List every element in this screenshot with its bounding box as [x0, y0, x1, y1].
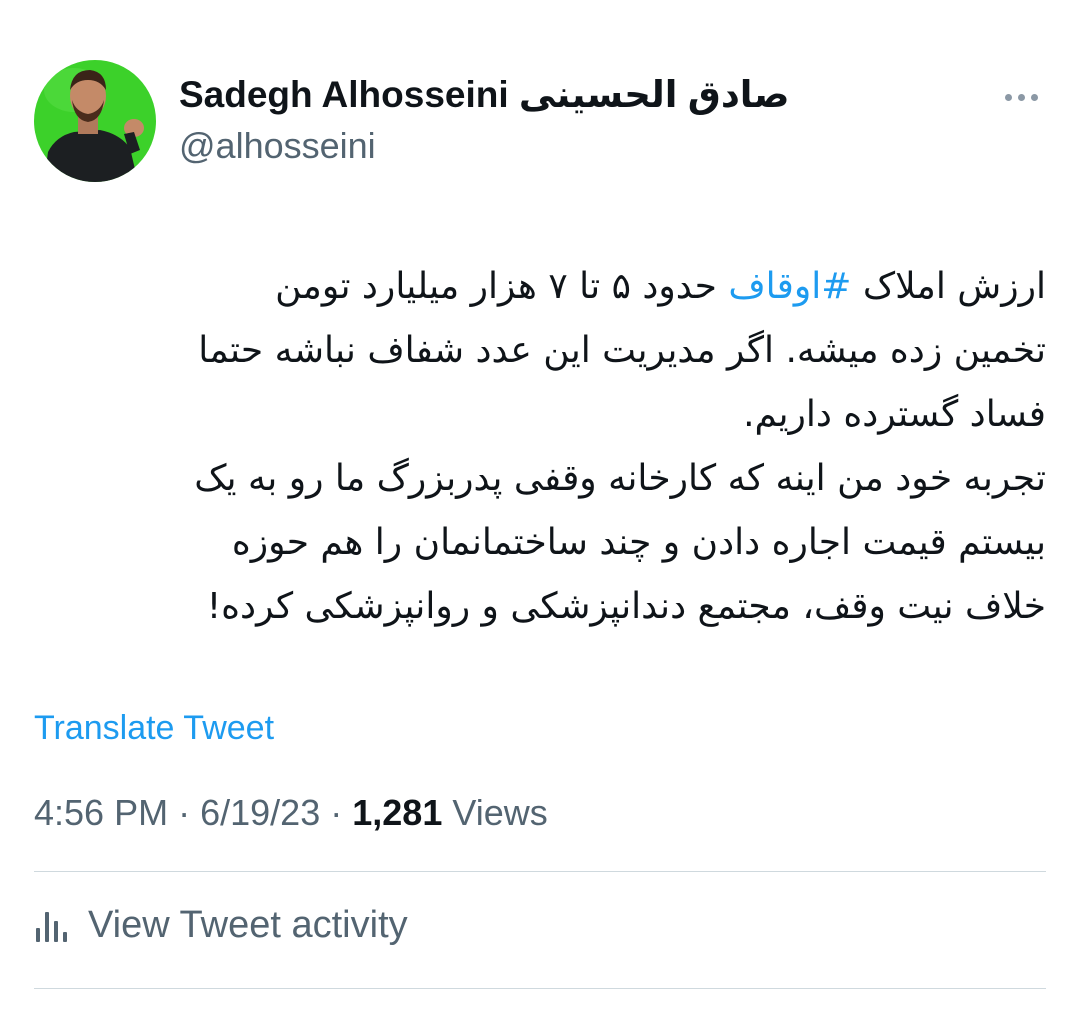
more-dot: [1017, 93, 1025, 101]
meta-separator: ·: [178, 792, 191, 833]
author-handle[interactable]: @alhosseini: [179, 124, 376, 168]
tweet-date[interactable]: 6/19/23: [200, 792, 320, 833]
tweet-text-line-3: فساد گسترده داریم.: [743, 394, 1046, 435]
tweet-text-line-2: تخمین زده میشه. اگر مدیریت این عدد شفاف …: [198, 330, 1046, 371]
more-icon[interactable]: [996, 80, 1046, 114]
view-tweet-activity-button[interactable]: View Tweet activity: [34, 900, 408, 950]
meta-separator: ·: [330, 792, 343, 833]
tweet-metadata: 4:56 PM · 6/19/23 · 1,281 Views: [34, 790, 548, 836]
tweet-text-line-1: ارزش املاک #اوقاف حدود ۵ تا ۷ هزار میلیا…: [34, 255, 1046, 319]
tweet-detail: Sadegh Alhosseini صادق الحسینی @alhossei…: [0, 0, 1080, 1012]
more-dot: [1004, 93, 1012, 101]
tweet-text-line-5: بیستم قیمت اجاره دادن و چند ساختمانمان ر…: [231, 522, 1046, 563]
tweet-text-segment: حدود ۵ تا ۷ هزار میلیارد تومن: [275, 266, 729, 307]
divider: [34, 988, 1046, 989]
profile-photo: [34, 60, 156, 182]
analytics-icon: [34, 908, 74, 942]
more-dot: [1030, 93, 1038, 101]
hashtag-link[interactable]: #اوقاف: [728, 266, 851, 307]
tweet-time[interactable]: 4:56 PM: [34, 792, 168, 833]
tweet-text-line-6: خلاف نیت وقف، مجتمع دندانپزشکی و روانپزش…: [206, 586, 1046, 627]
view-tweet-activity-label: View Tweet activity: [88, 904, 408, 946]
author-avatar[interactable]: [34, 60, 156, 182]
tweet-text-segment: ارزش املاک: [851, 266, 1046, 307]
tweet-text-line-4: تجربه خود من اینه که کارخانه وقفی پدربزر…: [194, 458, 1046, 499]
views-label: Views: [452, 792, 548, 833]
views-count: 1,281: [352, 792, 443, 833]
tweet-text: ارزش املاک #اوقاف حدود ۵ تا ۷ هزار میلیا…: [34, 255, 1046, 639]
divider: [34, 871, 1046, 872]
translate-tweet-link[interactable]: Translate Tweet: [34, 706, 274, 750]
author-display-name[interactable]: Sadegh Alhosseini صادق الحسینی: [179, 72, 789, 118]
